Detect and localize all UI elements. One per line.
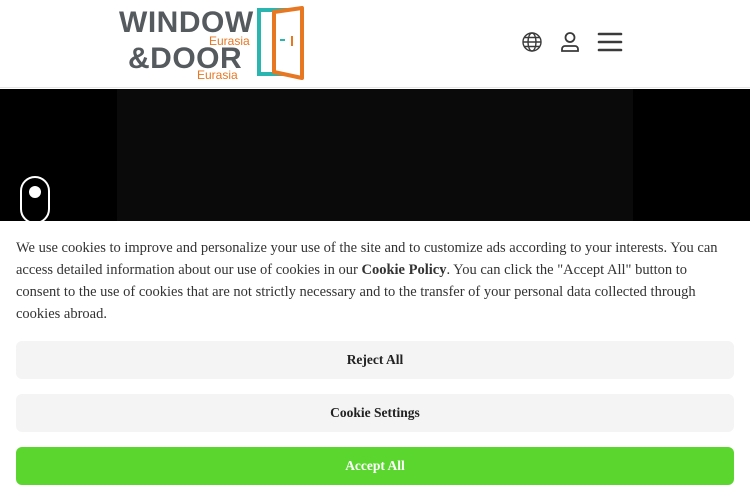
door-logo-icon [257, 6, 304, 80]
cookie-message: We use cookies to improve and personaliz… [16, 237, 734, 325]
globe-icon[interactable] [520, 30, 544, 54]
cookie-banner: We use cookies to improve and personaliz… [0, 221, 750, 500]
logo-subtext-2: Eurasia [197, 68, 238, 82]
cookie-settings-button[interactable]: Cookie Settings [16, 394, 734, 432]
cookie-policy-link[interactable]: Cookie Policy [361, 262, 446, 278]
reject-all-button[interactable]: Reject All [16, 341, 734, 379]
mouse-scroll-icon[interactable] [20, 176, 50, 224]
user-icon[interactable] [558, 30, 582, 54]
scroll-wheel-dot [29, 186, 41, 198]
site-header: WINDOW Eurasia &DOOR Eurasia [0, 0, 750, 88]
hero-video-area [0, 89, 750, 224]
site-logo[interactable]: WINDOW Eurasia &DOOR Eurasia [118, 4, 308, 84]
hero-video-panel[interactable] [117, 89, 633, 221]
menu-icon[interactable] [597, 30, 623, 54]
accept-all-button[interactable]: Accept All [16, 447, 734, 485]
